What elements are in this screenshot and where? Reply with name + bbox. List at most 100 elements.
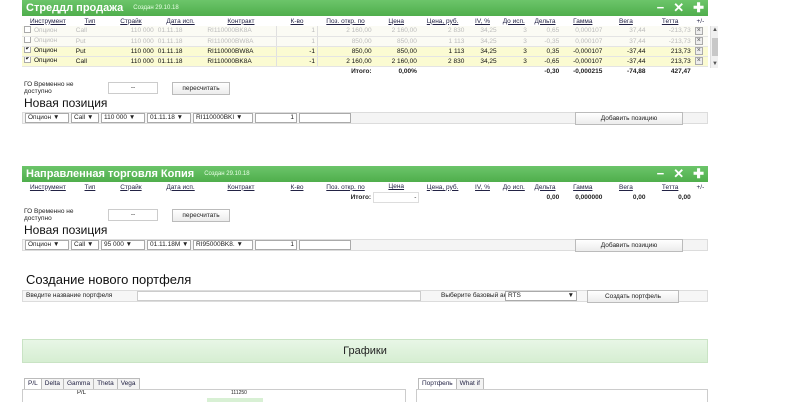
col-strike[interactable]: Страйк [106,182,156,192]
instrument-select[interactable]: Опцион ▼ [25,113,69,123]
table-cell: 01.11.18 [155,46,206,57]
col-expiry-date[interactable]: Дата исп. [155,16,206,26]
add-position-button[interactable]: Добавить позицию [575,238,683,252]
col-strike[interactable]: Страйк [106,16,156,26]
panel-title[interactable]: Стреддл продажа [26,2,123,14]
col-iv[interactable]: IV, % [466,182,499,192]
date-select[interactable]: 01.11.18 ▼ [147,113,191,123]
recalculate-button[interactable]: пересчитать [172,208,230,222]
recalculate-button[interactable]: пересчитать [172,82,230,95]
col-vega[interactable]: Вега [604,182,648,192]
col-theta[interactable]: Тетта [647,182,693,192]
delete-row-icon[interactable]: × [694,57,703,65]
col-delta[interactable]: Дельта [528,16,562,26]
add-position-button[interactable]: Добавить позицию [575,112,683,125]
col-type[interactable]: Тип [73,182,107,192]
chart-tabs: P/L Delta Gamma Theta Vega [24,378,140,389]
tab-theta[interactable]: Theta [93,378,118,389]
col-instrument[interactable]: Инструмент [22,182,74,192]
open-price-input[interactable] [299,239,351,250]
table-row[interactable]: ОпционCall110 00001.11.18RI110000BK8A-12… [22,56,708,67]
total-vega: -74,88 [604,66,648,76]
tab-delta[interactable]: Delta [40,378,64,389]
row-checkbox[interactable] [24,36,31,44]
col-price-rub[interactable]: Цена, руб. [418,16,467,26]
col-price-rub[interactable]: Цена, руб. [418,182,467,192]
table-cell: 34,25 [466,36,499,47]
type-select[interactable]: Call ▼ [71,113,99,123]
created-date: Создан 29.10.18 [204,171,250,177]
table-cell: 0,65 [528,26,562,37]
col-days-to-expiry[interactable]: До исп. [498,16,529,26]
col-delta[interactable]: Дельта [528,182,562,192]
new-position-row: Опцион ▼ Call ▼ 95 000 ▼ 01.11.18M ▼ RI9… [22,238,708,252]
quantity-input[interactable]: 1 [255,239,297,250]
col-gamma[interactable]: Гамма [561,16,605,26]
table-cell: RI110000BK8A [205,56,277,67]
table-cell: -0,35 [528,36,562,47]
table-row[interactable]: ОпционPut110 00001.11.18RI110000BW8A-185… [22,46,708,57]
add-icon[interactable]: ✚ [693,166,704,182]
col-price[interactable]: Цена [373,182,419,192]
col-plus-minus: +/- [692,16,708,26]
graphs-header[interactable]: Графики [22,339,708,363]
date-select[interactable]: 01.11.18M ▼ [147,239,191,250]
type-select[interactable]: Call ▼ [71,239,99,250]
tab-vega[interactable]: Vega [116,378,140,389]
total-label: Итого: [317,66,374,76]
tab-gamma[interactable]: Gamma [62,378,95,389]
table-cell: 850,00 [316,36,374,47]
tab-pl[interactable]: P/L [24,378,42,389]
table-scrollbar[interactable]: ▲ ▼ [710,26,718,68]
col-contract[interactable]: Контракт [205,182,277,192]
portfolio-name-input[interactable] [137,291,421,301]
close-icon[interactable]: ✕ [673,0,684,16]
col-iv[interactable]: IV, % [466,16,499,26]
row-checkbox[interactable] [24,26,31,34]
instrument-select[interactable]: Опцион ▼ [25,239,69,250]
col-type[interactable]: Тип [73,16,107,26]
table-cell: 2 830 [418,26,467,37]
quantity-input[interactable]: 1 [255,113,297,123]
chart-area[interactable]: P/L 111250 [22,389,406,402]
col-gamma[interactable]: Гамма [561,182,605,192]
table-row[interactable]: Опцион Put 110 000 01.11.18 RI110000BW8A 1 850… [22,36,708,47]
minimize-icon[interactable]: − [657,0,665,16]
col-open-price[interactable]: Поз. откр. по [317,182,374,192]
col-theta[interactable]: Тетта [647,16,693,26]
col-instrument[interactable]: Инструмент [22,16,74,26]
col-open-price[interactable]: Поз. откр. по [317,16,374,26]
create-portfolio-button[interactable]: Создать портфель [587,290,679,303]
add-icon[interactable]: ✚ [693,0,704,16]
col-vega[interactable]: Вега [604,16,648,26]
col-contract[interactable]: Контракт [205,16,277,26]
row-checkbox[interactable] [24,46,31,54]
delete-row-icon[interactable]: × [694,47,703,55]
strike-select[interactable]: 95 000 ▼ [101,239,145,250]
table-header-row: Инструмент Тип Страйк Дата исп. Контракт… [22,16,708,26]
tab-what-if[interactable]: What if [455,378,484,389]
row-checkbox[interactable] [24,56,31,64]
col-expiry-date[interactable]: Дата исп. [155,182,206,192]
totals-row: Итого: 0,00% -0,30 -0,000215 -74,88 427,47 [22,66,708,76]
delete-row-icon[interactable]: × [694,37,703,45]
tab-portfolio[interactable]: Портфель [418,378,457,389]
col-price[interactable]: Цена [373,16,419,26]
col-days-to-expiry[interactable]: До исп. [498,182,529,192]
scroll-thumb[interactable] [712,38,718,56]
open-price-input[interactable] [299,113,351,123]
contract-select[interactable]: RI110000BKI ▼ [193,113,253,123]
minimize-icon[interactable]: − [657,166,665,182]
panel-title[interactable]: Направленная торговля Копия [26,168,194,180]
col-quantity[interactable]: К-во [276,182,318,192]
strike-select[interactable]: 110 000 ▼ [101,113,145,123]
scroll-down-icon[interactable]: ▼ [711,60,719,68]
table-row[interactable]: Опцион Call 110 000 01.11.18 RI110000BK8A 1 2 … [22,26,708,37]
delete-row-icon[interactable]: × [694,26,703,35]
scroll-up-icon[interactable]: ▲ [711,26,719,34]
base-asset-select[interactable]: RTS ▼ [505,291,577,301]
contract-select[interactable]: RI95000BK8. ▼ [193,239,253,250]
col-quantity[interactable]: К-во [276,16,318,26]
cell-text: Опцион [34,57,58,65]
close-icon[interactable]: ✕ [673,166,684,182]
